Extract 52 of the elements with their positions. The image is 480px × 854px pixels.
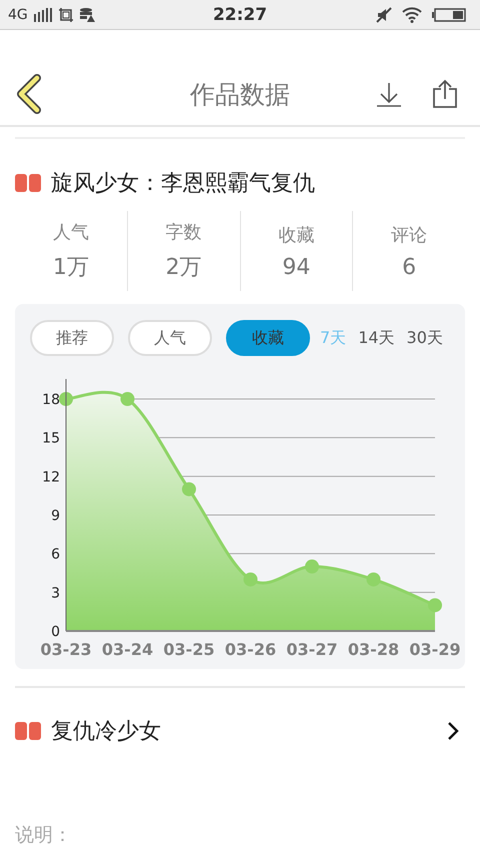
x-tick-label: 03-24 xyxy=(102,640,154,659)
page-title: 作品数据 xyxy=(189,78,291,110)
point xyxy=(366,572,380,586)
stat-value: 94 xyxy=(282,254,310,280)
back-icon[interactable] xyxy=(15,74,43,114)
point xyxy=(305,560,319,574)
point xyxy=(120,392,134,406)
battery-icon xyxy=(432,8,466,22)
database-warning-icon xyxy=(78,6,95,22)
network-label: 4G xyxy=(8,6,28,22)
work-title[interactable]: 复仇冷少女 xyxy=(51,716,161,746)
stat-label: 评论 xyxy=(391,224,428,246)
metric-tab[interactable]: 推荐 xyxy=(30,320,114,356)
x-tick-label: 03-26 xyxy=(224,640,276,659)
period-tab[interactable]: 30天 xyxy=(400,328,449,348)
period-tab[interactable]: 14天 xyxy=(352,328,401,348)
note-label: 说明： xyxy=(15,824,72,846)
metric-tab[interactable]: 收藏 xyxy=(226,320,310,356)
book-icon xyxy=(15,173,41,193)
stat-label: 字数 xyxy=(166,221,202,244)
chevron-right-icon[interactable] xyxy=(447,721,459,741)
y-tick-label: 12 xyxy=(42,469,60,486)
point xyxy=(59,392,73,406)
mute-icon xyxy=(376,6,392,22)
point xyxy=(428,598,442,612)
x-tick-label: 03-27 xyxy=(286,640,338,659)
share-icon[interactable] xyxy=(432,79,458,109)
work-title[interactable]: 旋风少女：李恩熙霸气复仇 xyxy=(51,168,315,198)
y-tick-label: 15 xyxy=(42,430,60,447)
y-tick-label: 6 xyxy=(51,546,60,563)
stat-value: 1万 xyxy=(52,254,89,282)
x-tick-label: 03-25 xyxy=(163,640,215,659)
y-tick-label: 18 xyxy=(42,392,60,408)
signal-icon xyxy=(32,8,53,22)
clock-time: 22:27 xyxy=(212,4,268,24)
wifi-icon xyxy=(402,6,422,22)
point xyxy=(244,572,258,586)
stat-label: 收藏 xyxy=(278,224,314,246)
stat-value: 2万 xyxy=(166,254,202,282)
y-tick-label: 3 xyxy=(51,585,60,602)
x-tick-label: 03-28 xyxy=(348,640,400,659)
download-icon[interactable] xyxy=(376,81,402,107)
point xyxy=(182,482,196,496)
stat-value: 6 xyxy=(402,254,416,280)
y-tick-label: 0 xyxy=(51,624,60,640)
x-tick-label: 03-23 xyxy=(40,640,92,659)
screenshot-icon xyxy=(58,6,74,22)
y-tick-label: 9 xyxy=(51,508,60,524)
stat-label: 人气 xyxy=(52,221,89,244)
x-tick-label: 03-29 xyxy=(409,640,461,659)
metric-tab[interactable]: 人气 xyxy=(128,320,212,356)
book-icon xyxy=(15,721,41,741)
